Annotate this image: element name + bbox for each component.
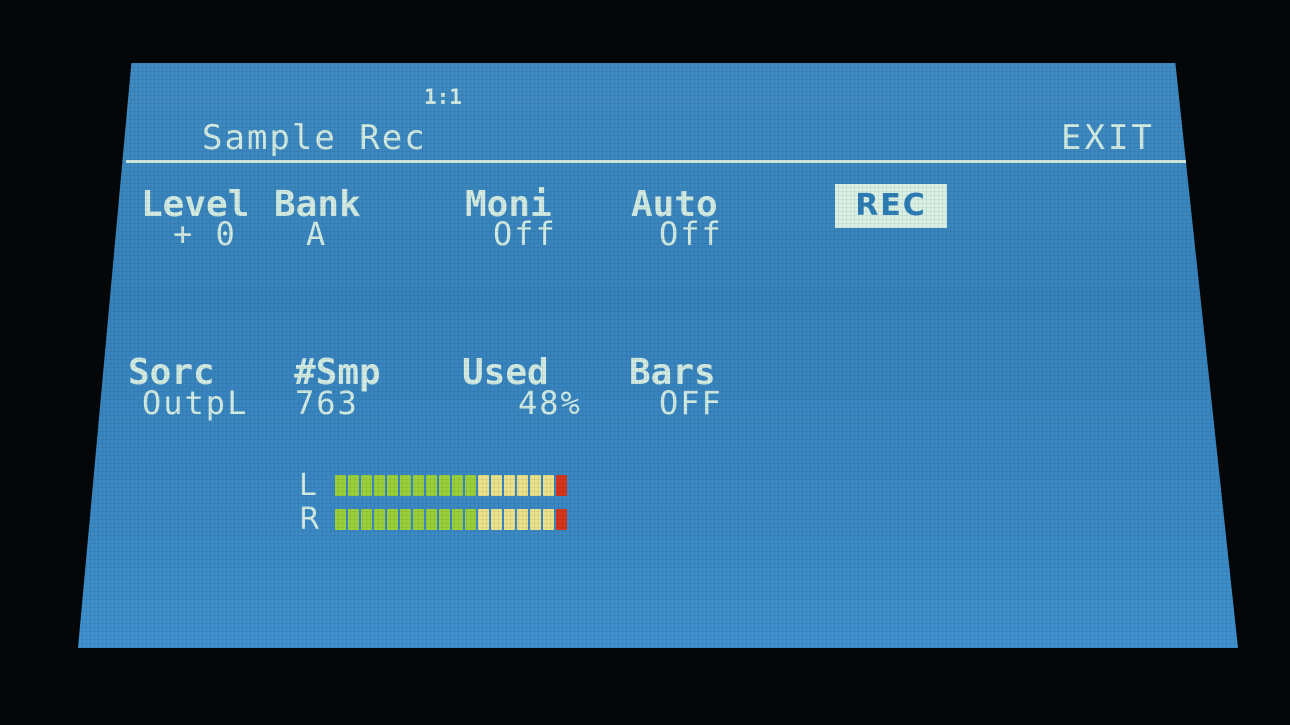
meter-right-segment — [439, 509, 450, 530]
header-divider — [126, 160, 1238, 163]
meter-right-segment — [361, 509, 372, 530]
meter-left-segment — [335, 475, 346, 496]
meter-left-segment — [556, 475, 567, 496]
param-bank-value[interactable]: A — [306, 218, 327, 250]
meter-left-segment — [543, 475, 554, 496]
meter-right-segment — [348, 509, 359, 530]
param-auto-value[interactable]: Off — [659, 218, 723, 250]
meter-right-segment — [504, 509, 515, 530]
meter-right-segment — [374, 509, 385, 530]
meter-left-segment — [413, 475, 424, 496]
meter-left-segment — [374, 475, 385, 496]
meter-left-label: L — [299, 468, 316, 503]
meter-right-label: R — [299, 502, 320, 537]
param-moni-value[interactable]: Off — [493, 218, 557, 250]
param-level-value[interactable]: + 0 — [173, 218, 237, 250]
meter-left-segment — [361, 475, 372, 496]
rec-button[interactable]: REC — [835, 184, 947, 228]
meter-right-segment — [556, 509, 567, 530]
meter-right-segment — [465, 509, 476, 530]
meter-left-segment — [400, 475, 411, 496]
meter-left-segment — [452, 475, 463, 496]
meter-left-segment — [426, 475, 437, 496]
lcd-screen: 1:1 Sample Rec EXIT Level + 0 Bank A Mon… — [78, 63, 1238, 648]
meter-right — [335, 509, 567, 530]
meter-right-segment — [517, 509, 528, 530]
meter-right-segment — [335, 509, 346, 530]
meter-right-segment — [387, 509, 398, 530]
meter-right-segment — [478, 509, 489, 530]
meter-left-segment — [387, 475, 398, 496]
meter-left-segment — [348, 475, 359, 496]
param-sorc-value[interactable]: OutpL — [142, 387, 248, 419]
meter-left-segment — [517, 475, 528, 496]
pattern-indicator: 1:1 — [424, 85, 462, 109]
meter-right-segment — [543, 509, 554, 530]
meter-left-segment — [491, 475, 502, 496]
meter-right-segment — [400, 509, 411, 530]
meter-left-segment — [439, 475, 450, 496]
meter-left-segment — [465, 475, 476, 496]
meter-right-segment — [413, 509, 424, 530]
meter-right-segment — [491, 509, 502, 530]
meter-right-segment — [426, 509, 437, 530]
param-bars-value[interactable]: OFF — [659, 387, 723, 419]
meter-left — [335, 475, 567, 496]
meter-right-segment — [452, 509, 463, 530]
meter-left-segment — [478, 475, 489, 496]
meter-right-segment — [530, 509, 541, 530]
meter-left-segment — [504, 475, 515, 496]
param-smp-value[interactable]: 763 — [295, 387, 359, 419]
meter-left-segment — [530, 475, 541, 496]
page-title: Sample Rec — [202, 118, 427, 158]
param-used-value[interactable]: 48% — [518, 387, 582, 419]
exit-button[interactable]: EXIT — [1061, 121, 1155, 155]
